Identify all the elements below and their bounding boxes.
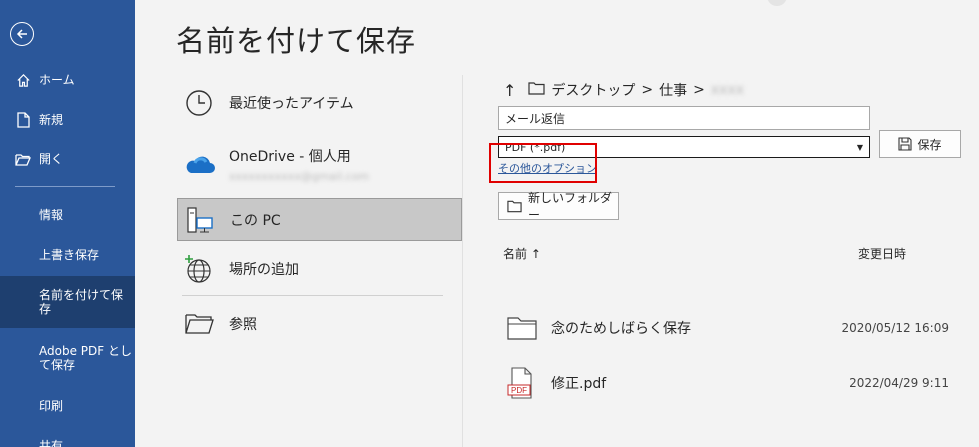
sidebar-divider (15, 186, 115, 187)
sidebar-item-label: Adobe PDF とし て保存 (39, 344, 132, 372)
sidebar-item-label: ホーム (39, 73, 75, 87)
breadcrumb-separator: > (693, 82, 705, 98)
new-folder-button[interactable]: 新しいフォルダー (498, 191, 619, 222)
sidebar-item-label: 共有 (39, 439, 64, 447)
location-label: この PC (230, 212, 281, 229)
location-recent[interactable]: 最近使ったアイテム (177, 84, 462, 122)
file-row[interactable]: PDF 修正.pdf 2022/04/29 9:11 (498, 365, 979, 401)
location-label: OneDrive - 個人用 (229, 148, 351, 165)
breadcrumb-item-blurred[interactable]: xxxx (711, 82, 744, 98)
column-header-label: 名前 ↑ (503, 247, 541, 261)
new-document-icon (15, 112, 31, 128)
location-this-pc[interactable]: この PC (177, 198, 462, 241)
location-browse[interactable]: 参照 (177, 305, 462, 343)
pdf-file-icon: PDF (498, 367, 538, 399)
folder-icon (181, 306, 217, 342)
sidebar-item-info[interactable]: 情報 (0, 205, 135, 225)
column-header-label: 変更日時 (858, 247, 907, 261)
sidebar-item-save[interactable]: 上書き保存 (0, 245, 135, 265)
home-icon (15, 72, 31, 88)
sidebar-item-save-as[interactable]: 名前を付けて保 存 (0, 276, 135, 328)
breadcrumb-separator: > (641, 82, 654, 98)
breadcrumb: ↑ デスクトップ > 仕事 > xxxx (503, 80, 744, 100)
location-onedrive[interactable]: OneDrive - 個人用 xxxxxxxxxxx@gmail.com (177, 142, 462, 186)
sidebar-item-save-adobe-pdf[interactable]: Adobe PDF とし て保存 (0, 338, 135, 378)
backstage-sidebar: ホーム 新規 開く 情報 上書き保存 名前を付けて保 存 Adobe PDF と… (0, 0, 135, 447)
folder-icon (498, 315, 538, 341)
up-arrow-icon[interactable]: ↑ (503, 81, 516, 100)
sidebar-item-label: 新規 (39, 113, 64, 127)
location-label: 場所の追加 (229, 262, 299, 278)
folder-icon (528, 81, 546, 99)
back-button[interactable] (10, 22, 34, 46)
column-header-name[interactable]: 名前 ↑ (503, 245, 541, 262)
highlight-box (489, 143, 597, 183)
pane-divider (462, 75, 463, 447)
file-name: 修正.pdf (551, 376, 607, 392)
sidebar-item-label: 情報 (39, 208, 64, 222)
file-name-input[interactable] (498, 106, 870, 130)
sidebar-item-share[interactable]: 共有 (0, 436, 135, 447)
sidebar-item-new[interactable]: 新規 (0, 110, 135, 130)
svg-text:PDF: PDF (511, 386, 527, 395)
save-icon (898, 137, 913, 151)
sidebar-item-label: 印刷 (39, 399, 64, 413)
file-name: 念のためしばらく保存 (551, 321, 691, 337)
file-modified-date: 2020/05/12 16:09 (841, 321, 949, 335)
location-add-place[interactable]: 場所の追加 (177, 250, 462, 288)
column-header-modified[interactable]: 変更日時 (858, 245, 906, 262)
save-button[interactable]: 保存 (879, 130, 961, 158)
breadcrumb-item-desktop[interactable]: デスクトップ (551, 80, 635, 100)
page-title: 名前を付けて保存 (176, 24, 417, 58)
sidebar-item-label: 名前を付けて保 存 (39, 288, 124, 316)
back-arrow-icon (16, 29, 27, 39)
save-button-label: 保存 (917, 137, 942, 152)
sidebar-item-label: 上書き保存 (39, 248, 100, 262)
folder-icon (507, 200, 522, 212)
open-folder-icon (15, 151, 31, 167)
file-modified-date: 2022/04/29 9:11 (849, 376, 949, 390)
location-label: 参照 (229, 317, 257, 333)
account-email: xxxxxxxxxxx@gmail.com (229, 169, 370, 183)
new-folder-label: 新しいフォルダー (528, 191, 613, 222)
computer-icon (182, 202, 218, 238)
sidebar-item-label: 開く (39, 152, 64, 166)
window-control (767, 0, 787, 6)
file-row[interactable]: 念のためしばらく保存 2020/05/12 16:09 (498, 310, 979, 346)
cloud-icon (181, 146, 217, 182)
chevron-down-icon: ▼ (856, 142, 863, 152)
locations-divider (182, 295, 443, 296)
clock-icon (181, 85, 217, 121)
sidebar-item-home[interactable]: ホーム (0, 70, 135, 90)
location-label: 最近使ったアイテム (229, 96, 354, 112)
sidebar-item-open[interactable]: 開く (0, 149, 135, 169)
globe-add-icon (181, 251, 217, 287)
sidebar-item-print[interactable]: 印刷 (0, 396, 135, 416)
breadcrumb-item-work[interactable]: 仕事 (659, 80, 687, 100)
